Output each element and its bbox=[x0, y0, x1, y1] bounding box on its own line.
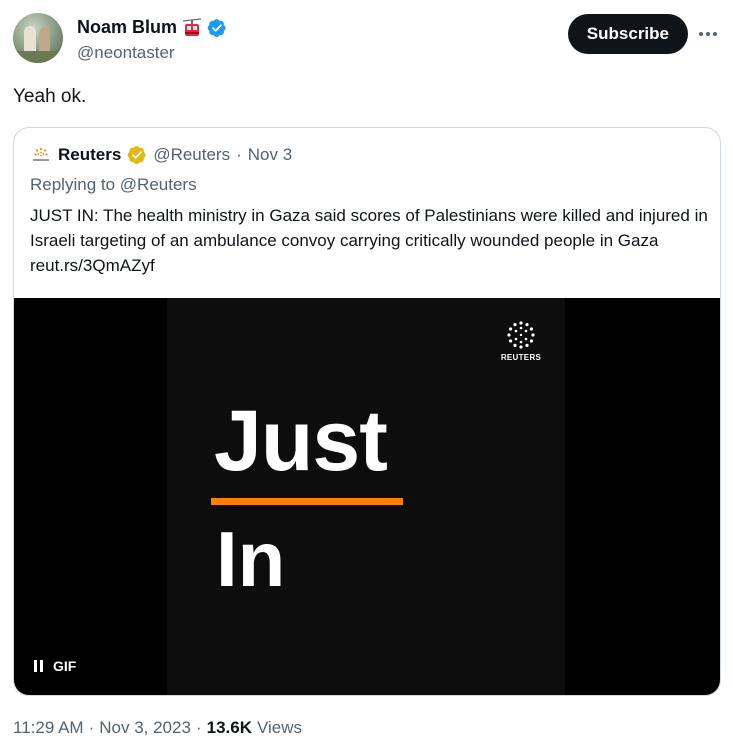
reuters-logo-icon[interactable] bbox=[30, 144, 52, 166]
tweet-footer: 11:29 AM · Nov 3, 2023 · 13.6K Views bbox=[13, 718, 302, 738]
verified-badge-icon[interactable] bbox=[207, 18, 227, 38]
tweet-text: Yeah ok. bbox=[13, 86, 87, 107]
quoted-date: Nov 3 bbox=[247, 145, 293, 164]
views-label: Views bbox=[256, 718, 303, 737]
replying-to: Replying to @Reuters bbox=[30, 175, 197, 195]
more-horizontal-icon[interactable] bbox=[696, 23, 720, 45]
quoted-tweet[interactable]: Reuters @Reuters · Nov 3 Replying to @Re… bbox=[13, 127, 721, 696]
gif-label: GIF bbox=[53, 658, 77, 674]
reuters-brand: REUTERS bbox=[492, 320, 550, 362]
tweet-time[interactable]: 11:29 AM bbox=[13, 718, 84, 738]
headline-bottom: In bbox=[216, 515, 286, 603]
tweet-date[interactable]: Nov 3, 2023 bbox=[99, 718, 191, 738]
quoted-author-name: Reuters bbox=[58, 145, 122, 164]
headline-top: Just bbox=[214, 393, 388, 489]
replying-prefix: Replying to bbox=[30, 175, 120, 194]
gif-media[interactable]: REUTERS Just In GIF bbox=[14, 298, 720, 695]
tweet-header: Noam Blum @neontaster Subscribe bbox=[13, 13, 720, 65]
author-name-row: Noam Blum bbox=[77, 17, 227, 38]
reuters-logo-icon bbox=[507, 321, 535, 349]
author-handle[interactable]: @neontaster bbox=[77, 43, 175, 63]
quoted-separator: · bbox=[236, 145, 242, 164]
author-avatar[interactable] bbox=[13, 13, 63, 63]
quoted-handle: @Reuters bbox=[153, 145, 231, 164]
brand-label: REUTERS bbox=[500, 353, 542, 362]
footer-dot-1: · bbox=[88, 718, 95, 737]
pause-icon[interactable] bbox=[34, 660, 43, 672]
quoted-header: Reuters @Reuters · Nov 3 bbox=[30, 144, 292, 166]
gold-verified-badge-icon bbox=[127, 145, 147, 165]
views-count: 13.6K bbox=[206, 718, 252, 737]
aerial-tramway-icon bbox=[182, 17, 202, 38]
gif-pause-control[interactable]: GIF bbox=[34, 658, 76, 674]
replying-handle: @Reuters bbox=[119, 175, 197, 194]
author-display-name[interactable]: Noam Blum bbox=[77, 17, 177, 38]
orange-divider bbox=[211, 498, 403, 505]
footer-dot-2: · bbox=[195, 718, 202, 737]
quoted-body: JUST IN: The health ministry in Gaza sai… bbox=[30, 206, 708, 275]
subscribe-button[interactable]: Subscribe bbox=[567, 14, 688, 54]
